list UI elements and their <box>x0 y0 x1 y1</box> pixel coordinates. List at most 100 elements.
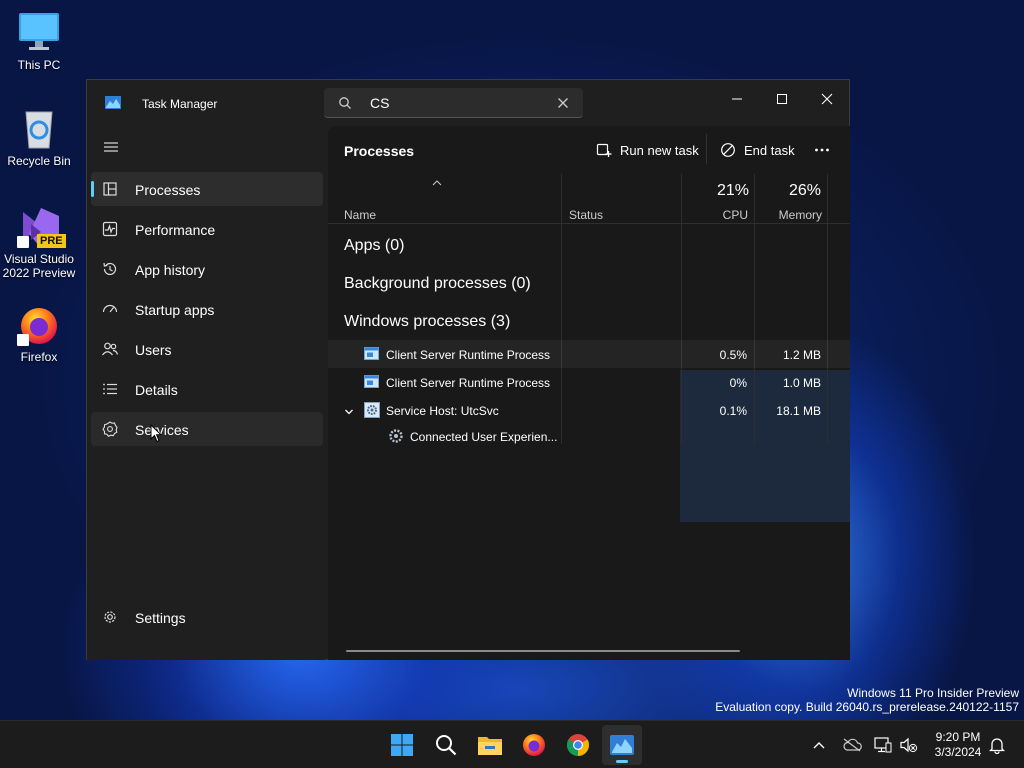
firefox-icon <box>523 734 545 756</box>
sidebar-item-users[interactable]: Users <box>91 332 323 366</box>
network-tray-button[interactable] <box>872 721 894 768</box>
process-name: Client Server Runtime Process <box>386 348 551 362</box>
more-options-icon <box>815 148 829 152</box>
desktop-icon-label: Recycle Bin <box>7 154 71 168</box>
users-icon <box>101 340 119 358</box>
end-task-label: End task <box>744 142 795 158</box>
group-row-apps[interactable]: Apps (0) <box>328 226 850 264</box>
desktop-icon-this-pc[interactable]: This PC <box>1 10 77 72</box>
start-button[interactable] <box>382 725 422 765</box>
memory-column-header[interactable]: 26% Memory <box>754 174 826 224</box>
process-window-icon <box>364 347 379 365</box>
search-box[interactable] <box>324 88 583 118</box>
run-new-task-label: Run new task <box>620 142 699 158</box>
settings-gear-icon <box>101 608 119 626</box>
onedrive-tray-button[interactable] <box>838 721 866 768</box>
cpu-column-header[interactable]: 21% CPU <box>680 174 754 224</box>
minimize-button[interactable] <box>714 84 760 114</box>
selection-indicator <box>91 181 94 197</box>
desktop-icon-firefox[interactable]: Firefox <box>1 302 77 364</box>
table-row[interactable]: Client Server Runtime Process 0.5% 1.2 M… <box>328 340 850 368</box>
desktop-icon-recycle-bin[interactable]: Recycle Bin <box>1 106 77 168</box>
shortcut-arrow-icon <box>17 334 29 346</box>
horizontal-scrollbar[interactable] <box>346 650 740 652</box>
task-manager-icon <box>610 735 634 755</box>
file-explorer-button[interactable] <box>470 725 510 765</box>
evaluation-watermark: Windows 11 Pro Insider Preview Evaluatio… <box>715 686 1019 714</box>
taskbar: 9:20 PM 3/3/2024 <box>0 720 1024 768</box>
sidebar-item-app-history[interactable]: App history <box>91 252 323 286</box>
desktop-icon-label: This PC <box>17 58 61 72</box>
notifications-button[interactable] <box>986 721 1008 768</box>
more-options-button[interactable] <box>814 138 838 162</box>
sidebar: Processes Performance App history Startu… <box>87 126 325 660</box>
sidebar-item-startup-apps[interactable]: Startup apps <box>91 292 323 326</box>
sidebar-item-label: Settings <box>135 610 186 626</box>
task-manager-window: Task Manager Process <box>86 79 850 660</box>
firefox-taskbar-button[interactable] <box>514 725 554 765</box>
status-column-header[interactable]: Status <box>562 174 680 224</box>
system-clock[interactable]: 9:20 PM 3/3/2024 <box>926 730 990 760</box>
search-input[interactable] <box>370 94 550 112</box>
page-title: Processes <box>344 143 415 159</box>
search-icon <box>338 96 352 115</box>
end-task-button[interactable]: End task <box>720 138 795 162</box>
task-manager-taskbar-button[interactable] <box>602 725 642 765</box>
search-button[interactable] <box>426 725 466 765</box>
show-hidden-icons-button[interactable] <box>808 721 830 768</box>
sidebar-item-details[interactable]: Details <box>91 372 323 406</box>
cpu-column-label: CPU <box>722 208 748 222</box>
network-icon <box>874 737 892 753</box>
chevron-down-icon[interactable] <box>344 404 354 422</box>
maximize-icon <box>777 94 787 104</box>
toolbar-divider <box>706 134 707 164</box>
sidebar-item-services[interactable]: Services <box>91 412 323 446</box>
sidebar-item-label: Users <box>135 342 172 358</box>
minimize-icon <box>732 98 742 100</box>
sidebar-item-performance[interactable]: Performance <box>91 212 323 246</box>
run-new-task-button[interactable]: Run new task <box>596 138 699 162</box>
monitor-icon <box>17 10 61 54</box>
desktop-icon-visual-studio[interactable]: PRE Visual Studio 2022 Preview <box>1 204 77 280</box>
cloud-offline-icon <box>843 738 862 752</box>
run-new-task-icon <box>596 143 612 157</box>
process-window-icon <box>364 375 379 393</box>
service-gear-icon <box>388 428 404 449</box>
process-memory: 1.0 MB <box>782 376 821 390</box>
desktop-icon-label: Visual Studio 2022 Preview <box>2 252 76 280</box>
group-label: Apps (0) <box>344 237 405 254</box>
chrome-icon <box>567 734 589 756</box>
search-icon <box>436 735 457 756</box>
table-row[interactable]: Service Host: UtcSvc 0.1% 18.1 MB <box>328 396 850 424</box>
clear-search-icon[interactable] <box>557 96 569 114</box>
sidebar-item-settings[interactable]: Settings <box>91 600 323 634</box>
process-name: Service Host: UtcSvc <box>386 404 499 418</box>
folder-icon <box>478 737 502 755</box>
group-row-windows[interactable]: Windows processes (3) <box>328 302 850 340</box>
chevron-up-icon <box>813 742 825 749</box>
title-bar[interactable]: Task Manager <box>87 80 849 126</box>
volume-tray-button[interactable] <box>898 721 920 768</box>
speaker-muted-icon <box>900 737 918 753</box>
process-cpu: 0.1% <box>719 404 747 418</box>
table-row-child[interactable]: Connected User Experien... <box>328 424 850 448</box>
close-icon <box>821 93 833 105</box>
services-gear-icon <box>101 420 119 438</box>
maximize-button[interactable] <box>759 84 805 114</box>
name-column-header[interactable]: Name <box>328 174 562 224</box>
group-row-background[interactable]: Background processes (0) <box>328 264 850 302</box>
sidebar-item-label: Details <box>135 382 178 398</box>
command-bar: Processes Run new task End task <box>328 126 850 174</box>
end-task-icon <box>721 143 735 157</box>
hamburger-menu-icon[interactable] <box>103 140 119 159</box>
chrome-taskbar-button[interactable] <box>558 725 598 765</box>
service-host-gear-icon <box>364 402 380 423</box>
close-button[interactable] <box>804 84 850 114</box>
visual-studio-icon: PRE <box>17 204 66 248</box>
process-cpu: 0% <box>729 376 747 390</box>
table-row[interactable]: Client Server Runtime Process 0% 1.0 MB <box>328 368 850 396</box>
sidebar-item-processes[interactable]: Processes <box>91 172 323 206</box>
running-indicator <box>616 760 628 763</box>
cpu-total-percent: 21% <box>716 182 749 199</box>
sidebar-item-label: Processes <box>135 182 201 198</box>
